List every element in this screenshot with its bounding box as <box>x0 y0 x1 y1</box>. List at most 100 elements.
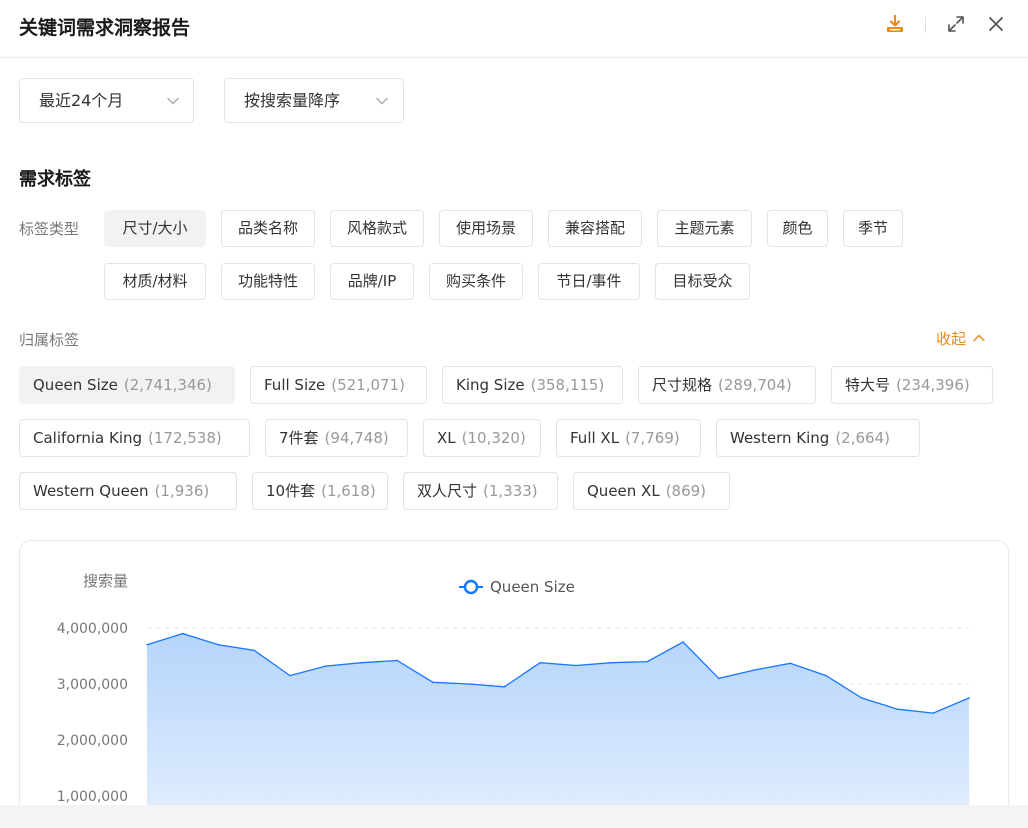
bottom-scroll-shadow <box>0 805 1028 828</box>
tag-count: (2,664) <box>835 429 890 447</box>
tag-count: (94,748) <box>324 429 389 447</box>
sort-select[interactable]: 按搜索量降序 <box>224 78 404 123</box>
series-area <box>147 633 969 828</box>
tag-type-chip[interactable]: 品牌/IP <box>330 263 414 300</box>
owned-tag-chip[interactable]: Western Queen (1,936) <box>19 472 237 510</box>
y-tick-label: 3,000,000 <box>57 677 128 693</box>
tag-name: Queen Size <box>33 376 118 394</box>
tag-name: Western Queen <box>33 482 149 500</box>
owned-tag-chip[interactable]: King Size (358,115) <box>442 366 623 404</box>
download-icon[interactable] <box>885 14 905 34</box>
tag-count: (1,618) <box>321 482 376 500</box>
data-point[interactable] <box>860 697 863 699</box>
tag-type-chip[interactable]: 材质/材料 <box>104 263 206 300</box>
data-point[interactable] <box>825 674 827 677</box>
tag-type-chip[interactable]: 风格款式 <box>330 210 424 247</box>
owned-tag-chip[interactable]: Full Size (521,071) <box>250 366 427 404</box>
tag-count: (234,396) <box>896 376 970 394</box>
data-point[interactable] <box>396 659 398 662</box>
y-tick-label: 2,000,000 <box>57 733 128 749</box>
header-divider <box>925 17 926 33</box>
data-point[interactable] <box>503 686 506 688</box>
owned-tag-chip[interactable]: 10件套 (1,618) <box>252 472 388 510</box>
tag-type-chip[interactable]: 功能特性 <box>221 263 315 300</box>
data-point[interactable] <box>968 697 970 699</box>
collapse-button[interactable]: 收起 <box>936 328 986 349</box>
tag-count: (869) <box>665 482 707 500</box>
data-point[interactable] <box>253 649 256 652</box>
tag-type-chip[interactable]: 使用场景 <box>439 210 533 247</box>
data-point[interactable] <box>181 632 184 635</box>
data-point[interactable] <box>682 641 684 643</box>
data-point[interactable] <box>646 660 649 663</box>
data-point[interactable] <box>932 712 935 714</box>
data-point[interactable] <box>289 674 291 677</box>
search-volume-chart: 搜索量 Queen Size 4,000,000 3,000,000 2,000,0… <box>57 572 970 828</box>
tag-name: 特大号 <box>845 376 891 394</box>
data-point[interactable] <box>217 644 220 646</box>
chart-legend[interactable]: Queen Size <box>459 578 575 596</box>
tag-name: King Size <box>456 376 525 394</box>
sort-select-value: 按搜索量降序 <box>244 91 341 110</box>
owned-tag-chip[interactable]: 7件套 (94,748) <box>265 419 408 457</box>
chevron-up-icon <box>973 334 985 342</box>
data-point[interactable] <box>575 664 577 667</box>
tag-name: 尺寸规格 <box>652 376 713 394</box>
dialog-header: 关键词需求洞察报告 <box>0 0 1028 58</box>
tag-count: (7,769) <box>625 429 680 447</box>
data-point[interactable] <box>896 708 899 710</box>
data-point[interactable] <box>360 661 363 664</box>
owned-tag-chip[interactable]: Queen XL (869) <box>573 472 730 510</box>
data-point[interactable] <box>753 669 756 671</box>
tag-name: California King <box>33 429 143 447</box>
data-point[interactable] <box>467 683 470 685</box>
tag-count: (2,741,346) <box>123 376 212 394</box>
section-title: 需求标签 <box>19 169 91 190</box>
legend-label: Queen Size <box>490 578 575 596</box>
close-icon[interactable] <box>986 14 1006 34</box>
owned-tag-chip[interactable]: California King (172,538) <box>19 419 250 457</box>
owned-tag-chip[interactable]: XL (10,320) <box>423 419 541 457</box>
tag-name: Western King <box>730 429 830 447</box>
data-point[interactable] <box>610 661 613 664</box>
tag-type-chip[interactable]: 品类名称 <box>221 210 315 247</box>
tag-name: XL <box>437 429 456 447</box>
tag-type-chip[interactable]: 节日/事件 <box>538 263 640 300</box>
owned-tag-chip[interactable]: 特大号 (234,396) <box>831 366 993 404</box>
data-point[interactable] <box>539 661 541 664</box>
tag-type-chip[interactable]: 尺寸/大小 <box>104 210 206 247</box>
legend-marker-icon <box>463 579 479 595</box>
period-select-value: 最近24个月 <box>39 91 124 110</box>
tag-type-chip[interactable]: 购买条件 <box>429 263 523 300</box>
collapse-label: 收起 <box>936 330 967 348</box>
expand-icon[interactable] <box>946 14 966 34</box>
data-point[interactable] <box>432 681 434 684</box>
owned-tag-chip[interactable]: Queen Size (2,741,346) <box>19 366 235 404</box>
dialog-title: 关键词需求洞察报告 <box>19 17 191 39</box>
tag-type-chip[interactable]: 目标受众 <box>655 263 750 300</box>
tag-type-chip[interactable]: 季节 <box>843 210 903 247</box>
data-point[interactable] <box>146 644 148 646</box>
data-point[interactable] <box>324 665 327 667</box>
data-point[interactable] <box>718 677 720 680</box>
y-tick-label: 4,000,000 <box>57 621 128 637</box>
tag-type-chip[interactable]: 颜色 <box>767 210 828 247</box>
tag-count: (1,936) <box>154 482 210 500</box>
tag-type-chip[interactable]: 主题元素 <box>657 210 752 247</box>
tag-name: Queen XL <box>587 482 660 500</box>
tag-name: Full Size <box>264 376 326 394</box>
owned-tag-chip[interactable]: Western King (2,664) <box>716 419 920 457</box>
chevron-down-icon <box>376 97 388 105</box>
tag-type-label: 标签类型 <box>19 220 80 238</box>
tag-count: (1,333) <box>483 482 538 500</box>
owned-tag-chip[interactable]: Full XL (7,769) <box>556 419 701 457</box>
tag-type-chip[interactable]: 兼容搭配 <box>548 210 642 247</box>
chevron-down-icon <box>167 97 179 105</box>
data-point[interactable] <box>789 662 792 665</box>
owned-tag-chip[interactable]: 尺寸规格 (289,704) <box>638 366 816 404</box>
owned-tag-chip[interactable]: 双人尺寸 (1,333) <box>403 472 558 510</box>
tag-count: (172,538) <box>148 429 222 447</box>
tag-name: Full XL <box>570 429 620 447</box>
tag-count: (289,704) <box>718 376 792 394</box>
period-select[interactable]: 最近24个月 <box>19 78 194 123</box>
